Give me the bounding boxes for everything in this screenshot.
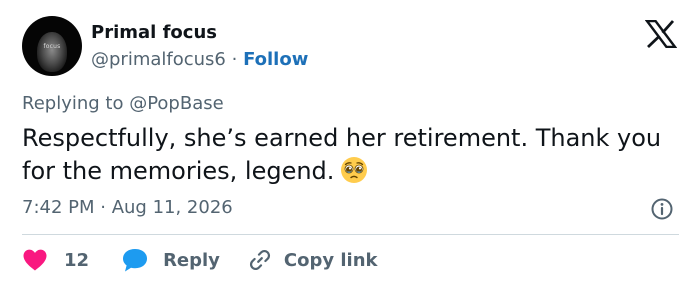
link-icon <box>249 249 270 271</box>
pleading-face-emoji-icon <box>341 157 368 183</box>
like-button[interactable]: 12 <box>22 248 89 272</box>
copy-link-label: Copy link <box>283 249 378 271</box>
tweet-date: Aug 11, 2026 <box>111 197 233 218</box>
avatar[interactable]: focus <box>22 16 82 76</box>
action-bar: 12 Reply Copy link <box>22 246 378 274</box>
replying-to: Replying to @PopBase <box>22 93 224 114</box>
info-icon[interactable] <box>650 197 674 221</box>
heart-icon <box>23 249 47 271</box>
handle-separator: · <box>225 49 244 70</box>
handle-row: @primalfocus6 · Follow <box>91 49 308 70</box>
reply-label: Reply <box>163 249 220 271</box>
time-separator: · <box>94 197 112 218</box>
user-handle[interactable]: @primalfocus6 <box>91 49 226 70</box>
divider <box>22 234 679 235</box>
tweet-text: Respectfully, she’s earned her retiremen… <box>22 122 682 188</box>
avatar-figure <box>37 32 67 72</box>
copy-link-button[interactable]: Copy link <box>248 248 378 272</box>
x-logo-icon[interactable] <box>645 20 677 48</box>
display-name[interactable]: Primal focus <box>91 22 217 43</box>
replying-to-prefix: Replying to <box>22 93 130 114</box>
reply-target-handle[interactable]: @PopBase <box>129 93 223 114</box>
tweet-time: 7:42 PM <box>22 197 95 218</box>
follow-button[interactable]: Follow <box>243 49 308 70</box>
avatar-text: focus <box>43 43 61 50</box>
reply-bubble-icon <box>123 249 148 272</box>
reply-button[interactable]: Reply <box>121 247 220 273</box>
like-count: 12 <box>64 249 90 271</box>
timestamp[interactable]: 7:42 PM · Aug 11, 2026 <box>22 197 233 218</box>
